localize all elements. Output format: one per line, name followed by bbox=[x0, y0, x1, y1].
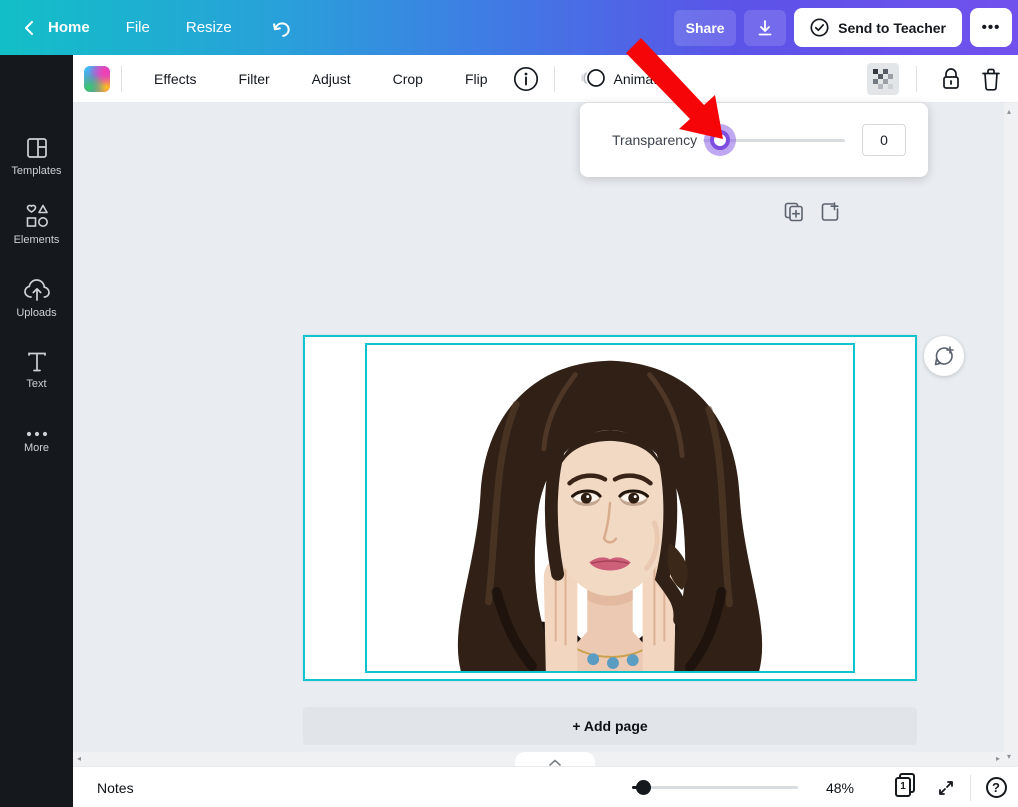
sidebar-label-templates: Templates bbox=[11, 165, 61, 177]
chevron-left-icon bbox=[22, 21, 36, 35]
color-swatch-button[interactable] bbox=[84, 66, 110, 92]
zoom-slider-track[interactable] bbox=[632, 786, 798, 789]
vertical-scrollbar[interactable]: ▴ ▾ bbox=[1004, 103, 1018, 766]
toolbar-crop[interactable]: Crop bbox=[372, 71, 444, 87]
zoom-slider-handle[interactable] bbox=[636, 780, 651, 795]
toolbar-filter[interactable]: Filter bbox=[218, 71, 291, 87]
check-circle-icon bbox=[810, 18, 829, 37]
comment-plus-icon bbox=[933, 345, 955, 367]
object-panel-sidebar: Templates Elements Uploads Text More bbox=[0, 55, 73, 807]
share-label: Share bbox=[686, 20, 725, 36]
fullscreen-icon bbox=[937, 779, 955, 797]
more-dots-icon bbox=[26, 431, 48, 437]
duplicate-page-button[interactable] bbox=[783, 201, 805, 223]
pages-icon: 1 bbox=[895, 777, 917, 799]
add-page-icon bbox=[820, 202, 840, 222]
canva-editor-window: Home File Resize Share Send to Teacher •… bbox=[0, 0, 1018, 807]
lock-button[interactable] bbox=[934, 62, 968, 96]
help-question-mark: ? bbox=[992, 780, 1000, 795]
menu-file[interactable]: File bbox=[108, 19, 168, 36]
editing-toolbar: Effects Filter Adjust Crop Flip Animate bbox=[73, 55, 1018, 103]
lock-icon bbox=[941, 67, 961, 91]
download-button[interactable] bbox=[744, 10, 786, 46]
transparency-popover: Transparency 0 bbox=[580, 103, 928, 177]
undo-button[interactable] bbox=[264, 10, 300, 46]
top-menu-bar: Home File Resize Share Send to Teacher •… bbox=[0, 0, 1018, 55]
fullscreen-button[interactable] bbox=[928, 767, 964, 807]
animate-label: Animate bbox=[614, 71, 665, 87]
templates-icon bbox=[25, 136, 49, 160]
info-icon bbox=[513, 66, 539, 92]
delete-button[interactable] bbox=[974, 62, 1008, 96]
info-button[interactable] bbox=[509, 62, 543, 96]
toolbar-divider bbox=[121, 66, 122, 92]
collapse-panel-tab[interactable] bbox=[515, 752, 595, 767]
woman-portrait-photo bbox=[367, 345, 853, 671]
scroll-down-icon[interactable]: ▾ bbox=[1007, 753, 1011, 761]
menu-home[interactable]: Home bbox=[46, 19, 108, 36]
elements-icon bbox=[24, 203, 50, 229]
pages-icon-front: 1 bbox=[895, 777, 911, 797]
scroll-up-icon[interactable]: ▴ bbox=[1007, 108, 1011, 116]
send-to-teacher-label: Send to Teacher bbox=[838, 20, 946, 36]
back-button[interactable] bbox=[12, 11, 46, 45]
download-icon bbox=[757, 20, 773, 36]
transparency-slider-handle[interactable] bbox=[710, 130, 730, 150]
scroll-left-icon[interactable]: ◂ bbox=[77, 755, 81, 763]
sidebar-label-elements: Elements bbox=[14, 234, 60, 246]
add-comment-button[interactable] bbox=[924, 336, 964, 376]
animate-icon bbox=[580, 68, 606, 90]
zoom-level-value[interactable]: 48% bbox=[815, 767, 865, 807]
sidebar-label-uploads: Uploads bbox=[16, 307, 56, 319]
more-dots-icon: ••• bbox=[982, 19, 1001, 36]
duplicate-page-icon bbox=[784, 202, 804, 222]
toolbar-divider bbox=[916, 66, 917, 92]
sidebar-item-templates[interactable]: Templates bbox=[0, 125, 73, 187]
design-page[interactable] bbox=[303, 335, 917, 681]
page-manager-button[interactable]: 1 bbox=[888, 767, 924, 807]
scroll-right-icon[interactable]: ▸ bbox=[996, 755, 1000, 763]
selected-photo-element[interactable] bbox=[365, 343, 855, 673]
transparency-value-input[interactable]: 0 bbox=[862, 124, 906, 156]
toolbar-divider bbox=[554, 66, 555, 92]
share-button[interactable]: Share bbox=[674, 10, 736, 46]
add-page-icon-button[interactable] bbox=[819, 201, 841, 223]
chevron-up-icon bbox=[549, 759, 561, 766]
sidebar-item-text[interactable]: Text bbox=[0, 339, 73, 401]
text-icon bbox=[26, 351, 48, 373]
animate-button[interactable]: Animate bbox=[566, 68, 679, 90]
toolbar-effects[interactable]: Effects bbox=[133, 71, 218, 87]
transparency-label: Transparency bbox=[612, 103, 697, 177]
toolbar-flip[interactable]: Flip bbox=[444, 71, 509, 87]
toolbar-adjust[interactable]: Adjust bbox=[291, 71, 372, 87]
undo-icon bbox=[271, 19, 293, 37]
sidebar-item-uploads[interactable]: Uploads bbox=[0, 267, 73, 329]
bottom-status-bar: Notes 48% 1 ? bbox=[73, 766, 1018, 807]
notes-button[interactable]: Notes bbox=[97, 767, 134, 807]
transparency-button[interactable] bbox=[867, 63, 899, 95]
add-page-button[interactable]: + Add page bbox=[303, 707, 917, 745]
sidebar-label-text: Text bbox=[26, 378, 46, 390]
transparency-checkerboard-icon bbox=[873, 69, 893, 89]
uploads-cloud-icon bbox=[23, 278, 51, 302]
more-options-button[interactable]: ••• bbox=[970, 8, 1012, 47]
sidebar-label-more: More bbox=[24, 442, 49, 454]
trash-icon bbox=[981, 68, 1001, 91]
sidebar-item-elements[interactable]: Elements bbox=[0, 193, 73, 255]
menu-resize[interactable]: Resize bbox=[168, 19, 250, 36]
page-count: 1 bbox=[900, 781, 906, 792]
bottombar-divider bbox=[970, 775, 971, 801]
sidebar-item-more[interactable]: More bbox=[0, 411, 73, 473]
send-to-teacher-button[interactable]: Send to Teacher bbox=[794, 8, 962, 47]
design-canvas-area[interactable]: + Add page bbox=[73, 103, 1004, 753]
help-icon: ? bbox=[986, 777, 1007, 798]
help-button[interactable]: ? bbox=[978, 767, 1014, 807]
